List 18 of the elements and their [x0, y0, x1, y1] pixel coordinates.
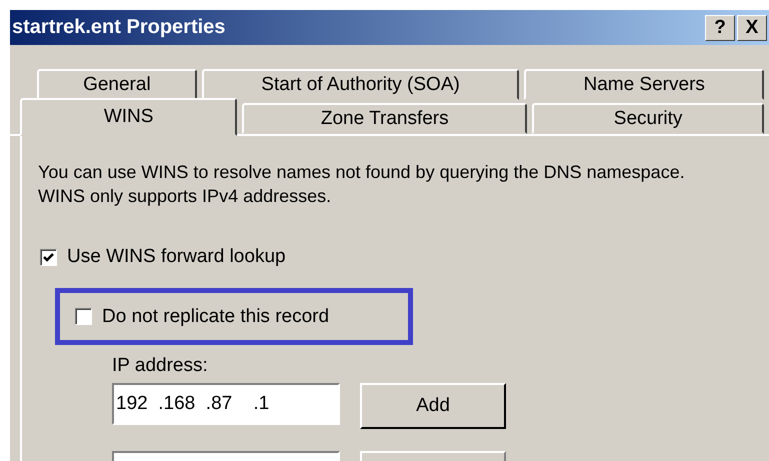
tab[interactable]: Name Servers: [524, 69, 764, 100]
tab[interactable]: Security: [532, 103, 764, 134]
checkbox-label: Do not replicate this record: [102, 306, 330, 328]
tab[interactable]: WINS: [20, 98, 238, 136]
checkbox[interactable]: [40, 248, 57, 266]
tab[interactable]: Zone Transfers: [242, 103, 528, 134]
ip-address-field[interactable]: 192 .168 .87 .1: [112, 383, 340, 425]
description-text: You can use WINS to resolve names not found by querying the DNS namespace. WINS only supports IPv4 addresses.: [38, 161, 686, 208]
check-icon: [42, 250, 55, 264]
tab[interactable]: General: [37, 69, 197, 100]
tab[interactable]: Start of Authority (SOA): [202, 69, 520, 100]
checkbox[interactable]: [75, 308, 92, 325]
close-button[interactable]: X: [737, 14, 767, 40]
help-button[interactable]: ?: [705, 14, 735, 40]
add-button[interactable]: Add: [360, 383, 506, 429]
window-title: startrek.ent Properties: [11, 16, 226, 39]
checkbox-label: Use WINS forward lookup: [67, 246, 286, 268]
field-label: IP address:: [112, 355, 209, 377]
